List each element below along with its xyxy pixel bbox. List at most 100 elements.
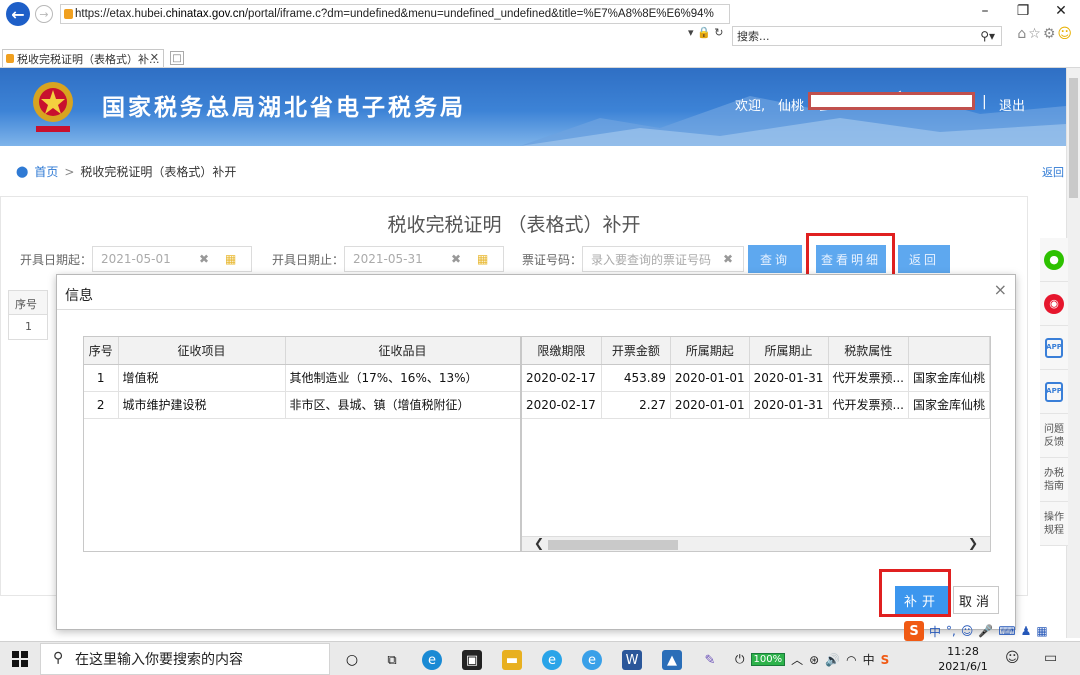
guide-link[interactable]: 办税指南: [1040, 458, 1068, 502]
grid-icon[interactable]: ▦: [1036, 624, 1047, 638]
cancel-button[interactable]: 取消: [953, 586, 999, 614]
tab-close-icon[interactable]: ✕: [150, 51, 159, 64]
browser-search-input[interactable]: 搜索... ⚲▾: [732, 26, 1002, 46]
table-row[interactable]: 1 增值税 其他制造业（17%、16%、13%）: [84, 364, 521, 392]
feedback-link[interactable]: 问题反馈: [1040, 414, 1068, 458]
word-icon[interactable]: W: [622, 650, 642, 670]
scroll-left-icon[interactable]: ❮: [534, 536, 544, 550]
browser-e-icon[interactable]: e: [542, 650, 562, 670]
start-date-input[interactable]: 2021-05-01 ✖ ▦: [92, 246, 253, 272]
back-link[interactable]: 返回: [1042, 164, 1064, 180]
hscroll-thumb[interactable]: [548, 540, 678, 550]
tab-favicon-icon: [6, 54, 14, 63]
clear-icon[interactable]: ✖: [451, 252, 461, 266]
site-title: 国家税务总局湖北省电子税务局: [102, 95, 466, 121]
breadcrumb-home[interactable]: 首页: [34, 163, 58, 180]
end-date-input[interactable]: 2021-05-31 ✖ ▦: [344, 246, 505, 272]
page-scrollbar[interactable]: [1066, 68, 1080, 638]
wifi-icon[interactable]: ◠: [846, 653, 856, 667]
ticket-label: 票证号码：: [522, 252, 583, 267]
restore-button[interactable]: ❐: [1004, 0, 1042, 22]
calendar-icon[interactable]: ▦: [477, 252, 488, 266]
new-tab-button[interactable]: □: [170, 51, 184, 65]
star-icon[interactable]: ☆: [1028, 26, 1043, 42]
search-icon[interactable]: ⚲▾: [980, 29, 995, 43]
skin-icon[interactable]: ♟: [1021, 624, 1032, 638]
scrollbar-thumb[interactable]: [1069, 78, 1078, 198]
lock-icon[interactable]: 🔒: [697, 26, 711, 39]
back-arrow-icon[interactable]: ←: [6, 2, 30, 26]
refresh-icon[interactable]: ↻: [714, 26, 723, 39]
minimize-button[interactable]: –: [966, 0, 1004, 22]
clock[interactable]: 11:28 2021/6/1: [938, 644, 988, 674]
file-explorer-icon[interactable]: ▬: [502, 650, 522, 670]
ime-language[interactable]: 中: [929, 623, 941, 640]
forward-arrow-icon[interactable]: →: [35, 5, 53, 23]
volume-icon[interactable]: 🔊: [825, 653, 840, 667]
gear-icon[interactable]: ⚙: [1043, 26, 1058, 42]
sogou-logo-icon[interactable]: S: [904, 621, 924, 641]
taskbar-search-input[interactable]: ⚲ 在这里输入你要搜索的内容: [40, 643, 330, 675]
close-window-button[interactable]: ✕: [1042, 0, 1080, 22]
paint-icon[interactable]: ✎: [700, 650, 720, 670]
address-bar[interactable]: https://etax.hubei. chinatax.gov.cn/porta…: [60, 4, 730, 24]
table-row[interactable]: 2020-02-17 2.27 2020-01-01 2020-01-31 代开…: [522, 391, 990, 419]
right-float-bar: ● ◉ APP APP 问题反馈 办税指南 操作规程: [1040, 238, 1068, 546]
procedure-link[interactable]: 操作规程: [1040, 502, 1068, 546]
query-button[interactable]: 查询: [748, 245, 802, 273]
punctuation-icon[interactable]: °,: [946, 624, 956, 638]
notification-face-icon[interactable]: ☺: [1005, 650, 1020, 666]
browser-tab[interactable]: 税收完税证明（表格式）补... ✕: [2, 49, 164, 67]
wechat-item[interactable]: ●: [1040, 238, 1068, 282]
home-icon[interactable]: ⌂: [1017, 26, 1028, 42]
clear-icon[interactable]: ✖: [723, 252, 733, 266]
table-row[interactable]: 2020-02-17 453.89 2020-01-01 2020-01-31 …: [522, 364, 990, 392]
battery-indicator[interactable]: 100%: [750, 653, 786, 666]
plug-icon[interactable]: ⏻: [735, 652, 745, 667]
address-tools: ▾ 🔒 ↻: [688, 26, 723, 39]
app-item-1[interactable]: APP: [1040, 326, 1068, 370]
emoji-icon[interactable]: ☺: [961, 624, 974, 638]
col-header-period-start: 所属期起: [670, 337, 750, 365]
calendar-icon[interactable]: ▦: [225, 252, 236, 266]
cortana-icon[interactable]: ○: [342, 650, 362, 670]
return-button[interactable]: 返回: [898, 245, 950, 273]
action-center-icon[interactable]: ▭: [1044, 650, 1057, 666]
store-icon[interactable]: ▣: [462, 650, 482, 670]
mic-icon[interactable]: 🎤: [978, 624, 993, 638]
tax-emblem-icon: [33, 82, 73, 132]
dropdown-icon[interactable]: ▾: [688, 26, 694, 39]
start-date-label: 开具日期起：: [20, 252, 93, 267]
ie-icon[interactable]: e: [582, 650, 602, 670]
sogou-tray-icon[interactable]: S: [881, 653, 890, 667]
ticket-placeholder: 录入要查询的票证号码: [591, 252, 712, 267]
clear-icon[interactable]: ✖: [199, 252, 209, 266]
end-date-filter: 开具日期止： 2021-05-31 ✖ ▦: [272, 246, 505, 272]
result-table: 序号 1: [8, 290, 48, 340]
weibo-item[interactable]: ◉: [1040, 282, 1068, 326]
photos-icon[interactable]: ▲: [662, 650, 682, 670]
network-icon[interactable]: ⊛: [809, 653, 819, 667]
ime-toolbar: S 中 °, ☺ 🎤 ⌨ ♟ ▦: [904, 620, 1080, 642]
tab-title: 税收完税证明（表格式）补...: [17, 52, 160, 66]
tray-expand-icon[interactable]: ︿: [791, 651, 803, 668]
ime-tray-icon[interactable]: 中: [863, 651, 875, 668]
cell-period-end: 2020-01-31: [749, 364, 829, 392]
scroll-table: 限缴期限 开票金额 所属期起 所属期止 税款属性 2020-02-17 453.…: [522, 337, 990, 419]
breadcrumb: ⬤ 首页 > 税收完税证明（表格式）补开: [16, 163, 236, 180]
scroll-right-icon[interactable]: ❯: [968, 536, 978, 550]
keyboard-icon[interactable]: ⌨: [998, 624, 1015, 638]
table-row[interactable]: 2 城市维护建设税 非市区、县城、镇（增值税附征）: [84, 391, 521, 419]
smiley-icon[interactable]: ☺: [1057, 26, 1074, 42]
edge-icon[interactable]: e: [422, 650, 442, 670]
dialog-close-icon[interactable]: ×: [994, 280, 1007, 299]
horizontal-scrollbar[interactable]: ❮ ❯: [522, 536, 990, 551]
breadcrumb-current: 税收完税证明（表格式）补开: [80, 165, 237, 179]
col-header-deadline: 限缴期限: [522, 337, 602, 365]
app-item-2[interactable]: APP: [1040, 370, 1068, 414]
windows-start-icon[interactable]: [12, 651, 28, 667]
ticket-input[interactable]: 录入要查询的票证号码 ✖: [582, 246, 745, 272]
task-view-icon[interactable]: ⧉: [382, 650, 402, 670]
system-tray: ⏻ 100% ︿ ⊛ 🔊 ◠ 中 S: [735, 651, 889, 668]
logout-link[interactable]: 退出: [999, 95, 1025, 114]
